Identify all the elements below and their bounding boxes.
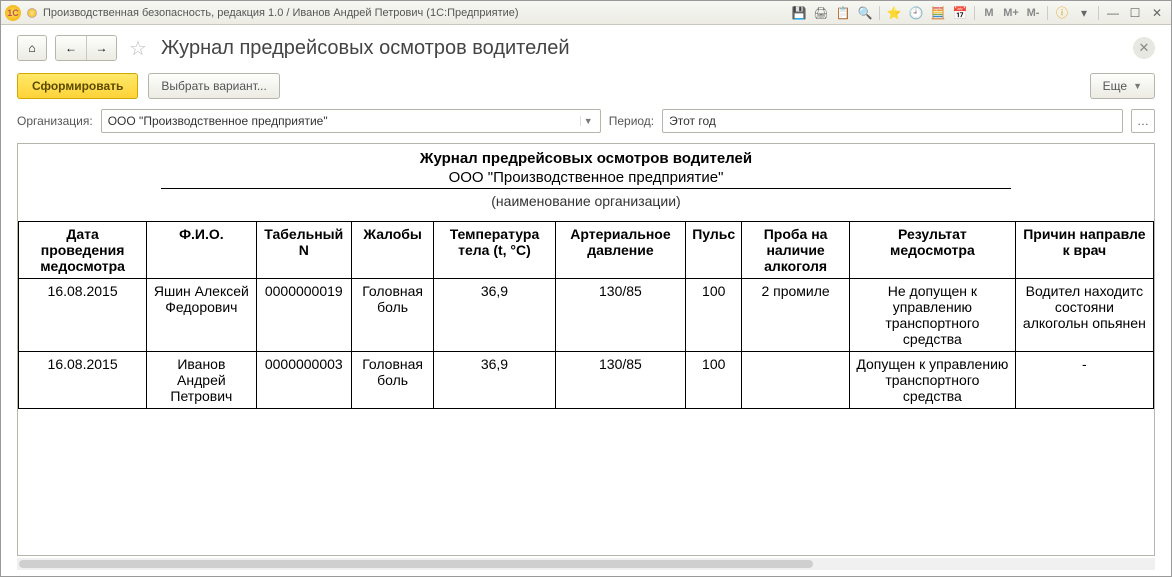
th-temp: Температура тела (t, °C) <box>434 222 555 279</box>
report-table: Дата проведения медосмотра Ф.И.О. Табель… <box>18 221 1154 409</box>
horizontal-scrollbar[interactable] <box>17 558 1155 570</box>
th-result: Результат медосмотра <box>850 222 1016 279</box>
arrow-left-icon: ← <box>65 41 77 55</box>
period-combo[interactable]: Этот год <box>662 109 1123 133</box>
home-icon: ⌂ <box>28 41 35 55</box>
window-maximize-button[interactable]: ☐ <box>1125 4 1145 22</box>
cell-reason: - <box>1015 352 1153 409</box>
app-dot-icon <box>27 8 37 18</box>
cell-reason: Водител находитс состояни алкогольн опья… <box>1015 279 1153 352</box>
app-window: 1C Производственная безопасность, редакц… <box>0 0 1172 577</box>
memory-mminus-button[interactable]: M- <box>1023 4 1043 22</box>
cell-fio: Яшин Алексей Федорович <box>147 279 256 352</box>
report-area[interactable]: Журнал предрейсовых осмотров водителей О… <box>17 143 1155 556</box>
save-icon[interactable]: 💾 <box>789 4 809 22</box>
choose-variant-button[interactable]: Выбрать вариант... <box>148 73 279 99</box>
ellipsis-icon: … <box>1137 114 1149 128</box>
separator <box>1047 6 1048 20</box>
cell-tabn: 0000000003 <box>256 352 351 409</box>
close-page-button[interactable]: ✕ <box>1133 37 1155 59</box>
separator <box>1098 6 1099 20</box>
chevron-down-icon[interactable]: ▼ <box>580 116 596 126</box>
cell-result: Не допущен к управлению транспортного ср… <box>850 279 1016 352</box>
copy-icon[interactable]: 📋 <box>833 4 853 22</box>
close-icon: ✕ <box>1139 40 1150 56</box>
form-report-button[interactable]: Сформировать <box>17 73 138 99</box>
chevron-down-icon[interactable]: ▾ <box>1074 4 1094 22</box>
star-icon[interactable]: ☆ <box>129 36 147 61</box>
calendar-icon[interactable]: 📅 <box>950 4 970 22</box>
org-combo[interactable]: ООО "Производственное предприятие" ▼ <box>101 109 601 133</box>
table-row[interactable]: 16.08.2015Иванов Андрей Петрович00000000… <box>19 352 1154 409</box>
th-fio: Ф.И.О. <box>147 222 256 279</box>
period-combo-value: Этот год <box>669 114 1118 128</box>
memory-m-button[interactable]: M <box>979 4 999 22</box>
scrollbar-thumb[interactable] <box>19 560 813 568</box>
cell-temp: 36,9 <box>434 352 555 409</box>
th-date: Дата проведения медосмотра <box>19 222 147 279</box>
cell-bp: 130/85 <box>555 352 686 409</box>
arrow-right-icon: → <box>96 41 108 55</box>
nav-row: ⌂ ← → ☆ Журнал предрейсовых осмотров вод… <box>17 35 1155 61</box>
report-inner: Журнал предрейсовых осмотров водителей О… <box>18 144 1154 409</box>
cell-tabn: 0000000019 <box>256 279 351 352</box>
cell-pulse: 100 <box>686 279 742 352</box>
th-reason: Причин направле к врач <box>1015 222 1153 279</box>
more-button-label: Еще <box>1103 79 1127 93</box>
cell-temp: 36,9 <box>434 279 555 352</box>
cell-complaints: Головная боль <box>351 352 433 409</box>
cell-date: 16.08.2015 <box>19 279 147 352</box>
report-title: Журнал предрейсовых осмотров водителей <box>18 144 1154 169</box>
home-button[interactable]: ⌂ <box>17 35 47 61</box>
org-label: Организация: <box>17 114 93 128</box>
titlebar: 1C Производственная безопасность, редакц… <box>1 1 1171 25</box>
chevron-down-icon: ▼ <box>1133 81 1142 91</box>
page-title: Журнал предрейсовых осмотров водителей <box>161 37 570 60</box>
cell-pulse: 100 <box>686 352 742 409</box>
toolbar-row: Сформировать Выбрать вариант... Еще ▼ <box>17 73 1155 99</box>
back-button[interactable]: ← <box>56 36 86 60</box>
th-alcohol: Проба на наличие алкоголя <box>742 222 850 279</box>
cell-result: Допущен к управлению транспортного средс… <box>850 352 1016 409</box>
info-icon[interactable]: ⓘ <box>1052 4 1072 22</box>
window-title: Производственная безопасность, редакция … <box>43 7 789 19</box>
calculator-icon[interactable]: 🧮 <box>928 4 948 22</box>
window-minimize-button[interactable]: — <box>1103 4 1123 22</box>
separator <box>974 6 975 20</box>
report-org: ООО "Производственное предприятие" <box>161 169 1011 189</box>
th-pulse: Пульс <box>686 222 742 279</box>
cell-fio: Иванов Андрей Петрович <box>147 352 256 409</box>
separator <box>879 6 880 20</box>
search-icon[interactable]: 🔍 <box>855 4 875 22</box>
forward-button[interactable]: → <box>86 36 116 60</box>
cell-alcohol: 2 промиле <box>742 279 850 352</box>
content-area: ⌂ ← → ☆ Журнал предрейсовых осмотров вод… <box>1 25 1171 576</box>
th-complaints: Жалобы <box>351 222 433 279</box>
table-row[interactable]: 16.08.2015Яшин Алексей Федорович00000000… <box>19 279 1154 352</box>
th-tabn: Табельный N <box>256 222 351 279</box>
print-icon[interactable]: 🖨 <box>811 4 831 22</box>
window-close-button[interactable]: ✕ <box>1147 4 1167 22</box>
period-picker-button[interactable]: … <box>1131 109 1155 133</box>
app-logo-icon: 1C <box>5 5 21 21</box>
table-body: 16.08.2015Яшин Алексей Федорович00000000… <box>19 279 1154 409</box>
cell-complaints: Головная боль <box>351 279 433 352</box>
report-hint: (наименование организации) <box>18 189 1154 221</box>
th-bp: Артериальное давление <box>555 222 686 279</box>
nav-group: ← → <box>55 35 117 61</box>
org-combo-value: ООО "Производственное предприятие" <box>108 114 580 128</box>
memory-mplus-button[interactable]: M+ <box>1001 4 1021 22</box>
cell-bp: 130/85 <box>555 279 686 352</box>
history-icon[interactable]: 🕘 <box>906 4 926 22</box>
cell-alcohol <box>742 352 850 409</box>
filter-row: Организация: ООО "Производственное предп… <box>17 109 1155 133</box>
favorite-icon[interactable]: ⭐ <box>884 4 904 22</box>
cell-date: 16.08.2015 <box>19 352 147 409</box>
period-label: Период: <box>609 114 654 128</box>
table-header-row: Дата проведения медосмотра Ф.И.О. Табель… <box>19 222 1154 279</box>
more-button[interactable]: Еще ▼ <box>1090 73 1155 99</box>
titlebar-toolbar: 💾 🖨 📋 🔍 ⭐ 🕘 🧮 📅 M M+ M- ⓘ ▾ — ☐ ✕ <box>789 4 1167 22</box>
